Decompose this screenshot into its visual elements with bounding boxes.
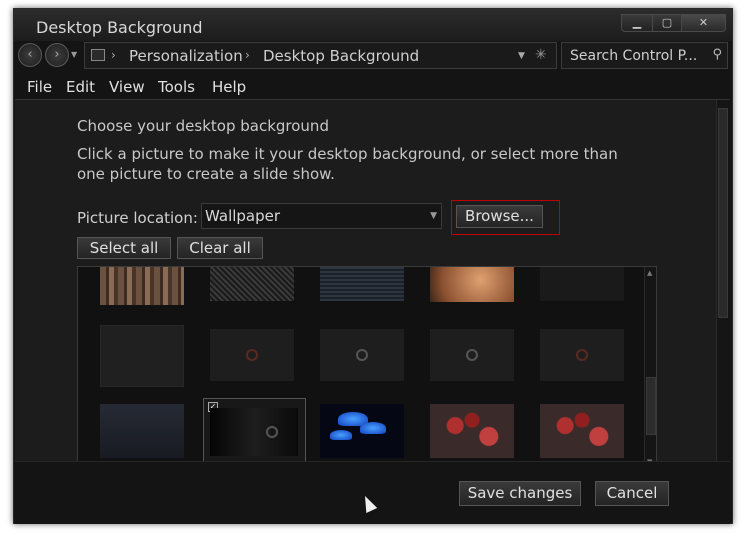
close-button[interactable]: ✕ (681, 14, 726, 32)
wallpaper-thumbnail[interactable] (430, 404, 514, 458)
search-input[interactable]: Search Control P... ⚲ (561, 42, 728, 69)
wallpaper-thumbnail[interactable] (210, 267, 294, 301)
recent-pages-dropdown-icon[interactable]: ▼ (71, 50, 77, 59)
wallpaper-thumbnail[interactable] (320, 267, 404, 301)
cancel-button[interactable]: Cancel (595, 481, 669, 506)
scroll-up-icon[interactable]: ▲ (647, 269, 652, 277)
clear-all-button[interactable]: Clear all (177, 237, 263, 259)
picture-location-value: Wallpaper (205, 207, 281, 225)
wallpaper-gallery: ✓ ▲ ▼ (77, 266, 657, 469)
logo-icon (266, 426, 278, 438)
breadcrumb-desktop-background[interactable]: Desktop Background (263, 47, 419, 65)
wallpaper-thumbnail[interactable] (430, 267, 514, 302)
breadcrumb-arrow-icon[interactable]: › (111, 48, 116, 62)
desktop-background-window: Desktop Background ▁ ▢ ✕ ‹ › ▼ › Persona… (13, 8, 733, 524)
save-changes-button[interactable]: Save changes (459, 481, 581, 506)
gallery-scroll-thumb[interactable] (646, 377, 656, 435)
logo-icon (466, 349, 478, 361)
main-scroll-thumb[interactable] (718, 108, 728, 318)
address-dropdown-icon[interactable]: ▼ (518, 51, 525, 61)
menu-view[interactable]: View (109, 78, 145, 96)
wallpaper-thumbnail[interactable] (210, 329, 294, 381)
wallpaper-image (210, 408, 298, 456)
main-content: Choose your desktop background Click a p… (15, 100, 716, 469)
select-all-button[interactable]: Select all (77, 237, 171, 259)
wallpaper-thumbnail[interactable] (100, 325, 184, 387)
wallpaper-thumbnail[interactable] (100, 267, 184, 305)
logo-icon (246, 349, 258, 361)
title-bar: Desktop Background ▁ ▢ ✕ (14, 9, 732, 41)
window-title: Desktop Background (36, 18, 203, 37)
address-bar[interactable]: › Personalization › Desktop Background ▼… (84, 42, 557, 69)
picture-location-label: Picture location: (77, 209, 198, 227)
maximize-button[interactable]: ▢ (652, 14, 682, 32)
refresh-icon[interactable]: ✳ (535, 47, 547, 63)
search-icon[interactable]: ⚲ (712, 47, 722, 62)
mushroom-shape (330, 430, 352, 440)
forward-button[interactable]: › (45, 43, 69, 67)
menu-help[interactable]: Help (212, 78, 246, 96)
menu-bar: File Edit View Tools Help (15, 74, 730, 100)
menu-tools[interactable]: Tools (158, 78, 195, 96)
gallery-scrollbar[interactable]: ▲ ▼ (644, 267, 656, 468)
back-button[interactable]: ‹ (18, 43, 42, 67)
navigation-bar: ‹ › ▼ › Personalization › Desktop Backgr… (14, 41, 732, 71)
minimize-button[interactable]: ▁ (621, 14, 653, 32)
main-scrollbar[interactable] (716, 100, 729, 463)
page-description: Click a picture to make it your desktop … (77, 145, 618, 183)
browse-button[interactable]: Browse... (456, 205, 543, 228)
control-panel-icon (91, 49, 105, 61)
wallpaper-thumbnail[interactable] (430, 329, 514, 381)
wallpaper-thumbnail[interactable] (540, 329, 624, 381)
wallpaper-thumbnail[interactable] (320, 329, 404, 381)
chevron-down-icon[interactable]: ▼ (430, 211, 437, 221)
footer-bar: Save changes Cancel (15, 461, 730, 524)
wallpaper-thumbnail-selected[interactable]: ✓ (203, 398, 306, 465)
breadcrumb-arrow-icon[interactable]: › (245, 48, 250, 62)
logo-icon (356, 349, 368, 361)
picture-location-select[interactable]: Wallpaper ▼ (201, 203, 442, 229)
wallpaper-thumbnail[interactable] (540, 404, 624, 458)
logo-icon (576, 349, 588, 361)
menu-file[interactable]: File (27, 78, 52, 96)
wallpaper-thumbnail[interactable] (320, 404, 404, 458)
wallpaper-thumbnail[interactable] (100, 404, 184, 458)
menu-edit[interactable]: Edit (66, 78, 95, 96)
wallpaper-thumbnail[interactable] (540, 267, 624, 301)
breadcrumb-personalization[interactable]: Personalization (129, 47, 243, 65)
page-heading: Choose your desktop background (77, 117, 329, 135)
search-placeholder: Search Control P... (570, 48, 698, 64)
mushroom-shape (360, 422, 386, 434)
